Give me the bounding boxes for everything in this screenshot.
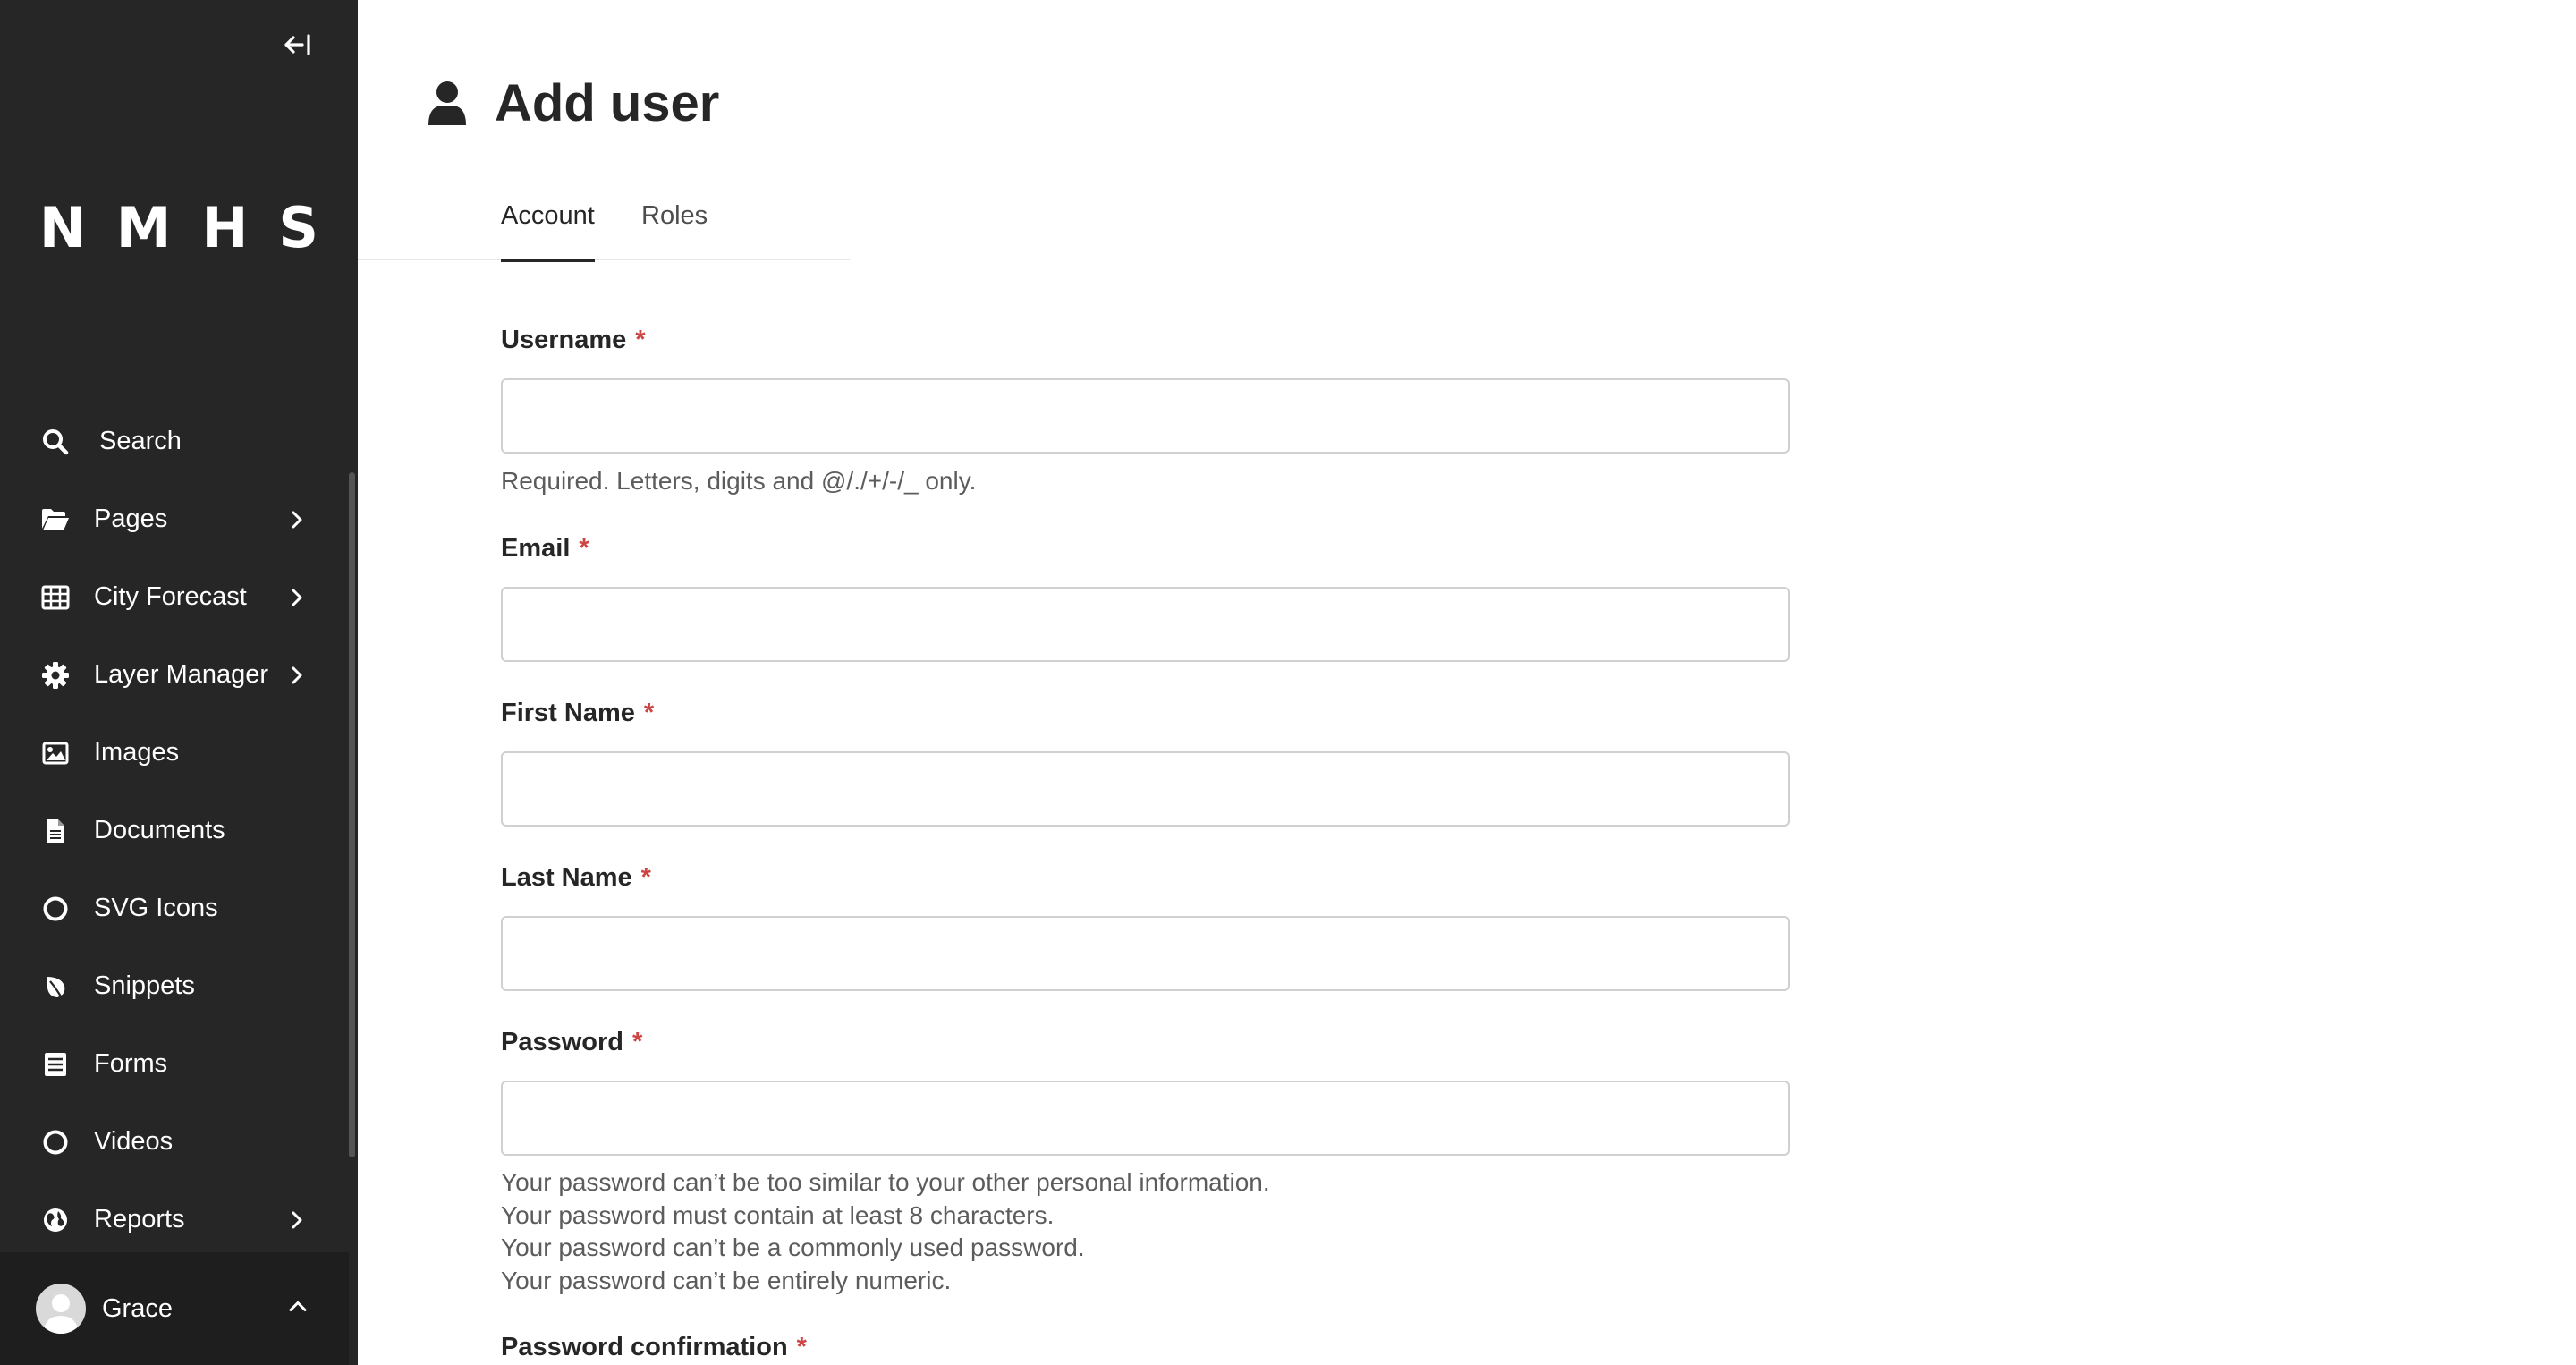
document-icon — [41, 817, 70, 845]
globe-icon — [41, 1206, 70, 1234]
sidebar-item-label: City Forecast — [94, 582, 247, 611]
sidebar-item-label: Snippets — [94, 971, 195, 1000]
sidebar-nav: Search Pages City Forecast Layer Manager… — [0, 403, 349, 1259]
required-mark: * — [635, 326, 646, 354]
collapse-sidebar-button[interactable] — [280, 27, 316, 63]
sidebar-item-label: Images — [94, 738, 180, 767]
account-name: Grace — [102, 1293, 173, 1323]
chevron-right-icon — [288, 1211, 306, 1229]
chevron-right-icon — [288, 666, 306, 684]
image-icon — [41, 739, 70, 767]
collapse-left-icon — [284, 34, 310, 55]
password-help-line: Your password must contain at least 8 ch… — [501, 1200, 1055, 1229]
user-icon — [428, 81, 466, 125]
sidebar-item-videos[interactable]: Videos — [0, 1103, 349, 1181]
last-name-label: Last Name * — [501, 863, 651, 893]
account-menu-button[interactable]: Grace — [0, 1252, 349, 1365]
sidebar-item-pages[interactable]: Pages — [0, 480, 349, 558]
username-label: Username * — [501, 326, 646, 355]
avatar — [36, 1284, 86, 1334]
user-silhouette-icon — [43, 1294, 79, 1334]
required-mark: * — [640, 863, 651, 892]
password-help-text: Your password can’t be too similar to yo… — [501, 1166, 1270, 1297]
password-label-text: Password — [501, 1028, 623, 1056]
password-help-line: Your password can’t be entirely numeric. — [501, 1266, 952, 1294]
cog-icon — [41, 661, 70, 690]
password-field[interactable] — [501, 1081, 1790, 1156]
first-name-field[interactable] — [501, 751, 1790, 827]
chevron-up-icon — [288, 1301, 308, 1318]
logo[interactable]: NMHS — [0, 195, 358, 260]
circle-icon — [41, 1128, 70, 1157]
username-field[interactable] — [501, 378, 1790, 454]
password-help-line: Your password can’t be a commonly used p… — [501, 1234, 1085, 1261]
tab-account[interactable]: Account — [501, 201, 595, 262]
last-name-label-text: Last Name — [501, 863, 632, 892]
form-icon — [41, 1050, 70, 1079]
required-mark: * — [579, 534, 589, 563]
sidebar-item-documents[interactable]: Documents — [0, 792, 349, 869]
tab-bar: Account Roles — [358, 179, 850, 262]
password-label: Password * — [501, 1028, 642, 1057]
sidebar: NMHS Search Pages City Forecast Layer Ma… — [0, 0, 358, 1365]
table-icon — [41, 583, 70, 612]
page-title: Add user — [495, 74, 720, 132]
sidebar-item-search[interactable]: Search — [0, 403, 349, 480]
sidebar-item-snippets[interactable]: Snippets — [0, 947, 349, 1025]
chevron-right-icon — [288, 589, 306, 606]
page-header: Add user — [427, 73, 719, 133]
required-mark: * — [796, 1333, 807, 1361]
sidebar-item-label: Search — [99, 427, 182, 455]
sidebar-item-label: Documents — [94, 816, 225, 844]
sidebar-item-label: Forms — [94, 1049, 168, 1078]
first-name-label-text: First Name — [501, 699, 635, 727]
leaf-icon — [41, 972, 70, 1001]
required-mark: * — [643, 699, 655, 727]
username-label-text: Username — [501, 326, 627, 354]
sidebar-item-images[interactable]: Images — [0, 714, 349, 792]
username-help-text: Required. Letters, digits and @/./+/-/_ … — [501, 467, 977, 495]
sidebar-item-label: SVG Icons — [94, 894, 218, 922]
sidebar-item-label: Pages — [94, 504, 168, 533]
required-mark: * — [632, 1028, 643, 1056]
folder-open-icon — [41, 505, 70, 534]
tab-roles[interactable]: Roles — [641, 201, 708, 260]
password-help-line: Your password can’t be too similar to yo… — [501, 1168, 1270, 1196]
last-name-field[interactable] — [501, 916, 1790, 991]
main-content: Add user Account Roles Username * Require… — [358, 0, 2576, 1365]
sidebar-item-layer-manager[interactable]: Layer Manager — [0, 636, 349, 714]
sidebar-item-reports[interactable]: Reports — [0, 1181, 349, 1259]
email-label-text: Email — [501, 534, 571, 563]
sidebar-item-label: Layer Manager — [94, 660, 269, 689]
sidebar-item-svg-icons[interactable]: SVG Icons — [0, 869, 349, 947]
email-label: Email * — [501, 534, 589, 564]
sidebar-item-forms[interactable]: Forms — [0, 1025, 349, 1103]
circle-icon — [41, 894, 70, 923]
sidebar-item-city-forecast[interactable]: City Forecast — [0, 558, 349, 636]
first-name-label: First Name * — [501, 699, 654, 728]
app: NMHS Search Pages City Forecast Layer Ma… — [0, 0, 2576, 1365]
sidebar-item-label: Reports — [94, 1205, 185, 1234]
search-icon — [41, 428, 70, 456]
sidebar-item-label: Videos — [94, 1127, 174, 1156]
email-field[interactable] — [501, 587, 1790, 662]
password-confirmation-label: Password confirmation * — [501, 1333, 807, 1362]
password-confirmation-label-text: Password confirmation — [501, 1333, 788, 1361]
sidebar-scrollbar[interactable] — [349, 472, 355, 1157]
chevron-right-icon — [288, 511, 306, 529]
